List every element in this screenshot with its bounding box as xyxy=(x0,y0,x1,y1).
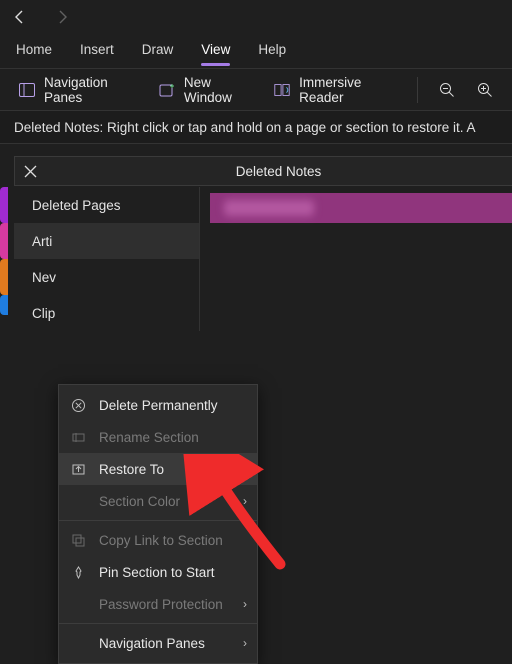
ctx-pin-section[interactable]: Pin Section to Start xyxy=(59,556,257,588)
zoom-out-button[interactable] xyxy=(432,77,462,103)
page-item[interactable] xyxy=(210,193,512,223)
panes-icon xyxy=(18,81,36,99)
chevron-right-icon: › xyxy=(243,494,247,508)
ctx-separator xyxy=(59,520,257,521)
pin-icon xyxy=(69,563,87,581)
delete-icon xyxy=(69,396,87,414)
title-bar xyxy=(0,0,512,34)
ctx-restore-to[interactable]: Restore To xyxy=(59,453,257,485)
color-chip-pink[interactable] xyxy=(0,223,8,259)
zoom-in-button[interactable] xyxy=(470,77,500,103)
sidebar-heading[interactable]: Deleted Pages xyxy=(14,187,199,223)
restore-icon xyxy=(69,460,87,478)
blank-icon xyxy=(69,634,87,652)
navigation-panes-button[interactable]: Navigation Panes xyxy=(12,71,144,109)
ctx-color-label: Section Color xyxy=(99,494,180,509)
tab-home[interactable]: Home xyxy=(16,42,52,60)
sidebar: Deleted Pages Arti Nev Clip xyxy=(14,187,200,331)
section-tab-header: Deleted Notes xyxy=(14,156,512,186)
page-list xyxy=(210,193,512,223)
ctx-rename-section: Rename Section xyxy=(59,421,257,453)
new-window-icon xyxy=(158,81,176,99)
close-button[interactable] xyxy=(15,156,45,186)
ctx-password-protection: Password Protection › xyxy=(59,588,257,620)
back-button[interactable] xyxy=(6,3,34,31)
ctx-rename-label: Rename Section xyxy=(99,430,199,445)
rename-icon xyxy=(69,428,87,446)
color-chip-purple[interactable] xyxy=(0,187,8,223)
info-text: Deleted Notes: Right click or tap and ho… xyxy=(14,120,476,135)
new-window-label: New Window xyxy=(184,75,253,105)
ctx-delete-permanently[interactable]: Delete Permanently xyxy=(59,389,257,421)
section-color-strip xyxy=(0,187,8,315)
sidebar-item-1[interactable]: Nev xyxy=(14,259,199,295)
new-window-button[interactable]: New Window xyxy=(152,71,259,109)
immersive-reader-button[interactable]: Immersive Reader xyxy=(267,71,403,109)
chevron-right-icon: › xyxy=(243,597,247,611)
color-chip-orange[interactable] xyxy=(0,259,8,295)
tab-insert[interactable]: Insert xyxy=(80,42,114,60)
ctx-copy-link: Copy Link to Section xyxy=(59,524,257,556)
sidebar-item-0[interactable]: Arti xyxy=(14,223,199,259)
navigation-panes-label: Navigation Panes xyxy=(44,75,138,105)
color-chip-blue[interactable] xyxy=(0,295,8,315)
context-menu: Delete Permanently Rename Section Restor… xyxy=(58,384,258,664)
ribbon-separator xyxy=(417,77,418,103)
ctx-restore-label: Restore To xyxy=(99,462,164,477)
lock-icon xyxy=(69,595,87,613)
ctx-separator xyxy=(59,623,257,624)
tab-view[interactable]: View xyxy=(201,42,230,60)
ctx-delete-label: Delete Permanently xyxy=(99,398,218,413)
ctx-navigation-panes[interactable]: Navigation Panes › xyxy=(59,627,257,659)
ctx-section-color: Section Color › xyxy=(59,485,257,517)
zoom-in-icon xyxy=(476,81,494,99)
chevron-right-icon: › xyxy=(243,636,247,650)
info-bar: Deleted Notes: Right click or tap and ho… xyxy=(0,110,512,144)
tab-help[interactable]: Help xyxy=(258,42,286,60)
color-icon xyxy=(69,492,87,510)
ribbon: Navigation Panes New Window Immersive Re… xyxy=(0,68,512,110)
ctx-navpanes-label: Navigation Panes xyxy=(99,636,205,651)
immersive-reader-icon xyxy=(273,81,291,99)
content-area: Deleted Notes Deleted Pages Arti Nev Cli… xyxy=(0,144,512,562)
tabs-bar: Home Insert Draw View Help xyxy=(0,34,512,68)
section-title: Deleted Notes xyxy=(45,164,512,179)
tab-draw[interactable]: Draw xyxy=(142,42,174,60)
ctx-copy-label: Copy Link to Section xyxy=(99,533,223,548)
ctx-password-label: Password Protection xyxy=(99,597,223,612)
page-title-redacted xyxy=(224,200,314,216)
link-icon xyxy=(69,531,87,549)
zoom-out-icon xyxy=(438,81,456,99)
ctx-pin-label: Pin Section to Start xyxy=(99,565,215,580)
sidebar-item-2[interactable]: Clip xyxy=(14,295,199,331)
forward-button[interactable] xyxy=(48,3,76,31)
immersive-reader-label: Immersive Reader xyxy=(299,75,397,105)
